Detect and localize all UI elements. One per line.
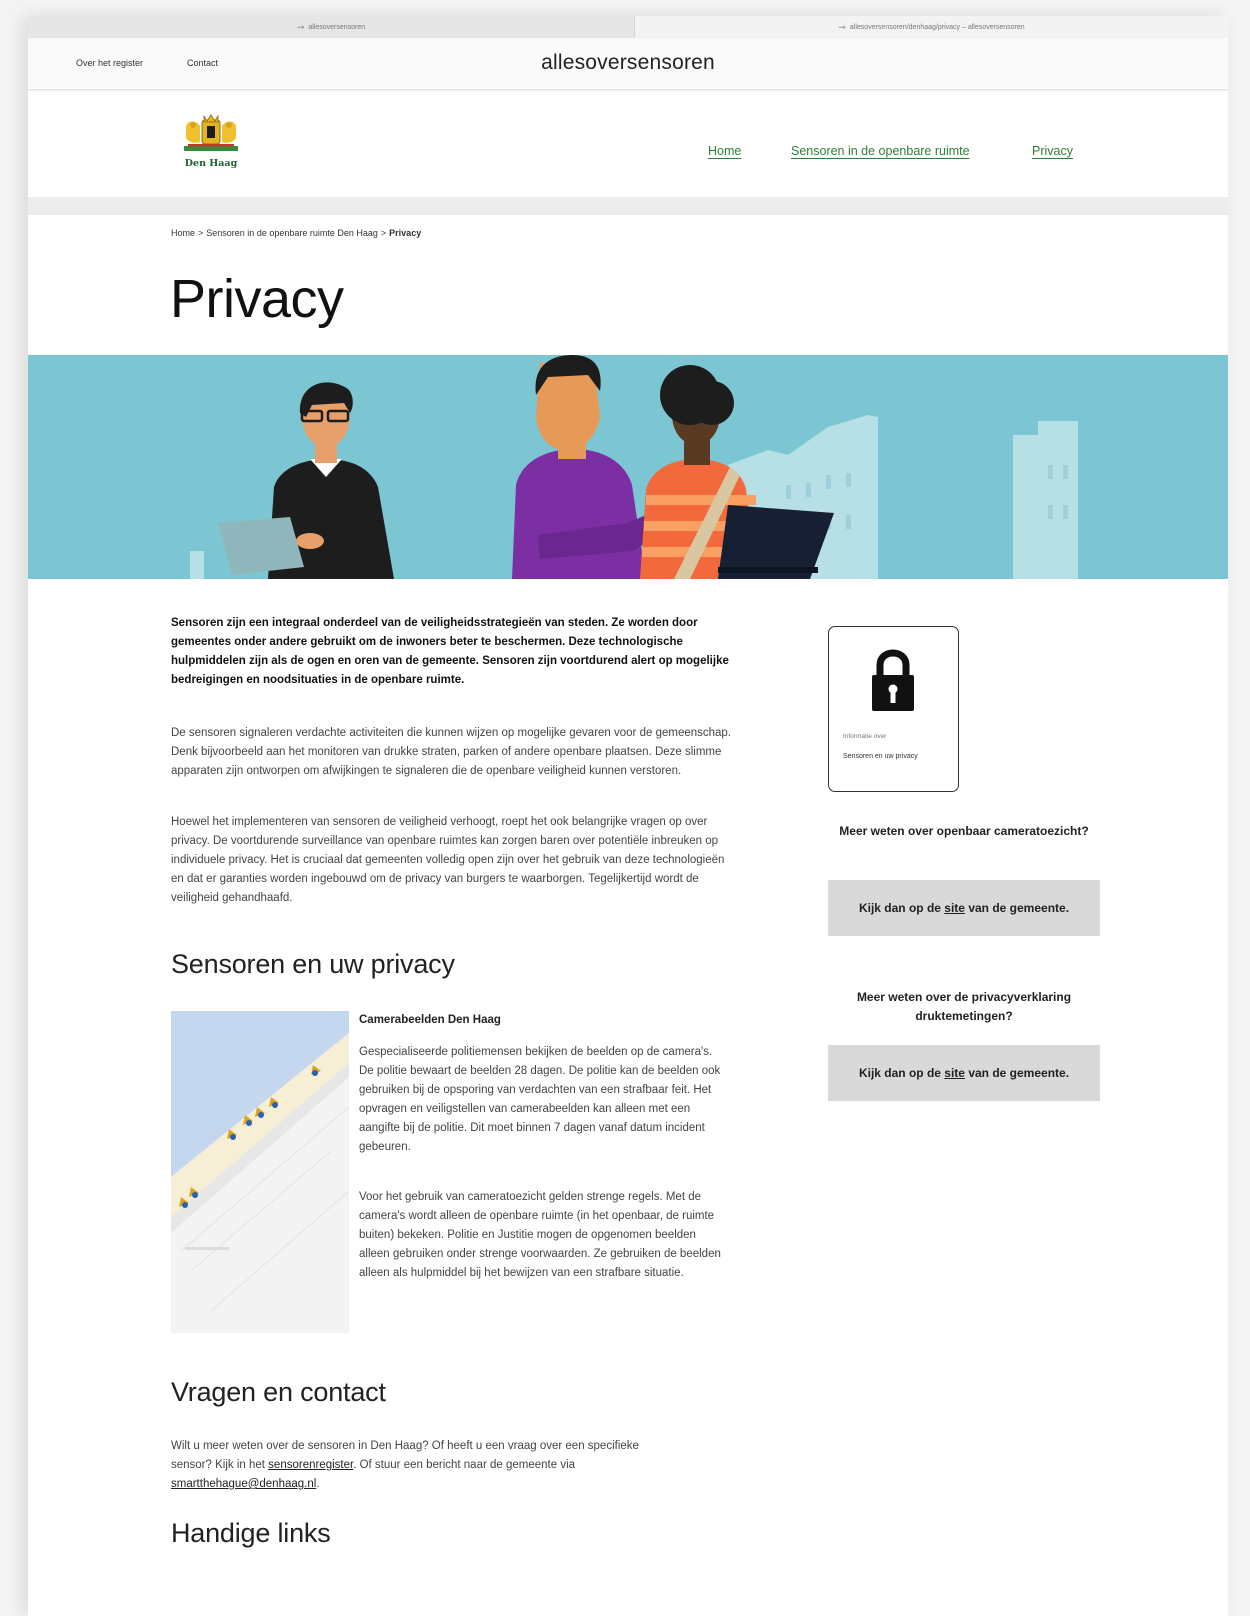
breadcrumb-separator: > <box>380 228 387 238</box>
button-text: van de gemeente. <box>968 1066 1070 1080</box>
sidebar-button-camera[interactable]: Kijk dan op de site van de gemeente. <box>828 880 1100 936</box>
site-header: Den Haag Home Sensoren in de openbare ru… <box>28 92 1228 197</box>
header-divider-strip <box>28 197 1228 215</box>
beach-map-image <box>171 1011 349 1333</box>
button-text: Kijk dan op de <box>858 1066 941 1080</box>
sidebar-question-privacyverklaring: Meer weten over de privacyverklaring dru… <box>856 990 1072 1023</box>
contact-text: . Of stuur een bericht naar de gemeente … <box>353 1459 576 1471</box>
browser-tab-active[interactable]: ⇾ allesoversensoren/denhaag/privacy – al… <box>635 16 1228 38</box>
card-topline: Informatie over <box>843 733 887 740</box>
breadcrumb-current: Privacy <box>389 228 422 238</box>
card-title: Sensoren en uw privacy <box>843 753 918 760</box>
registry-brand[interactable]: allesoversensoren <box>28 51 1228 75</box>
intro-paragraph-2: Hoewel het implementeren van sensoren de… <box>171 816 725 904</box>
camera-paragraph-2: Voor het gebruik van cameratoezicht geld… <box>359 1191 721 1279</box>
site-link[interactable]: site <box>944 1066 965 1080</box>
lock-icon <box>872 649 914 711</box>
nav-privacy[interactable]: Privacy <box>1032 144 1073 158</box>
tab-label: allesoversensoren/denhaag/privacy – alle… <box>849 23 1025 31</box>
button-text: van de gemeente. <box>968 901 1070 915</box>
camera-heading: Camerabeelden Den Haag <box>359 1014 501 1026</box>
intro-lead: Sensoren zijn een integraal onderdeel va… <box>171 617 729 686</box>
privacy-info-card[interactable]: Informatie over Sensoren en uw privacy <box>828 626 959 792</box>
hero-illustration <box>28 355 1228 579</box>
people-illustration <box>190 355 1078 579</box>
contact-text: . <box>316 1478 320 1490</box>
den-haag-logo[interactable]: Den Haag <box>178 112 244 174</box>
button-text: Kijk dan op de <box>858 901 941 915</box>
sidebar-button-privacyverklaring[interactable]: Kijk dan op de site van de gemeente. <box>828 1045 1100 1101</box>
registry-header: Over het register Contact allesoversenso… <box>28 38 1228 90</box>
link-icon: ⇾ <box>296 21 305 32</box>
browser-tab-bar: ⇾ allesoversensoren ⇾ allesoversensoren/… <box>28 16 1228 38</box>
breadcrumb-separator: > <box>198 228 204 238</box>
link-icon: ⇾ <box>838 21 846 32</box>
logo-text: Den Haag <box>184 158 238 169</box>
site-link[interactable]: site <box>944 901 965 915</box>
nav-sensoren[interactable]: Sensoren in de openbare ruimte <box>791 144 970 158</box>
breadcrumb: Home > Sensoren in de openbare ruimte De… <box>171 228 421 238</box>
heading-vragen-contact: Vragen en contact <box>171 1377 386 1407</box>
page-title: Privacy <box>170 269 344 329</box>
breadcrumb-home[interactable]: Home <box>171 228 195 238</box>
browser-tab[interactable]: ⇾ allesoversensoren <box>28 16 635 38</box>
sidebar-question-camera: Meer weten over openbaar cameratoezicht? <box>839 824 1089 838</box>
nav-home[interactable]: Home <box>708 144 741 158</box>
email-link[interactable]: smartthehague@denhaag.nl <box>171 1478 316 1490</box>
sensorenregister-link[interactable]: sensorenregister <box>268 1459 353 1471</box>
contact-paragraph: Wilt u meer weten over de sensoren in De… <box>171 1437 671 1494</box>
den-haag-crest-logo <box>184 114 238 151</box>
camera-paragraph-1: Gespecialiseerde politiemensen bekijken … <box>359 1046 721 1153</box>
heading-handige-links: Handige links <box>171 1518 331 1548</box>
intro-paragraph-1: De sensoren signaleren verdachte activit… <box>171 727 732 777</box>
tab-label: allesoversensoren <box>308 23 366 31</box>
browser-window: ⇾ allesoversensoren ⇾ allesoversensoren/… <box>28 16 1228 1616</box>
breadcrumb-sensoren[interactable]: Sensoren in de openbare ruimte Den Haag <box>206 228 378 238</box>
heading-sensoren-privacy: Sensoren en uw privacy <box>171 949 455 979</box>
